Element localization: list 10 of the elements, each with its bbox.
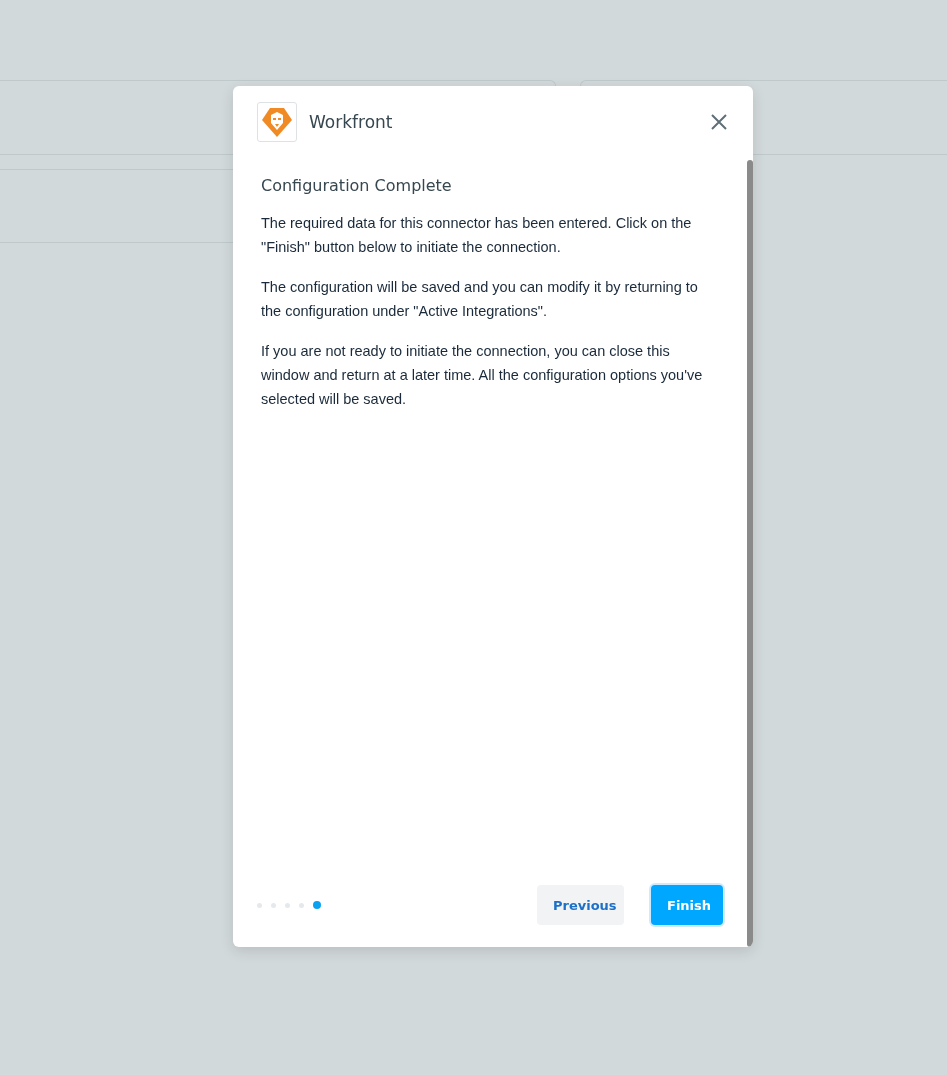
previous-button[interactable]: Previous — [537, 885, 624, 925]
paragraph: If you are not ready to initiate the connection, you can close this window and return at a later time. All the configuration options you've selected will be saved. — [261, 342, 704, 409]
section-heading: Configuration Complete — [261, 176, 453, 195]
paragraph: The required data for this connector has been entered. Click on the "Finish" button below to initiate the connection. — [261, 214, 693, 257]
finish-button[interactable]: Finish — [651, 885, 723, 925]
lion-logo-icon — [257, 102, 297, 142]
dialog-title: Workfront — [309, 112, 394, 132]
scrollbar[interactable] — [747, 160, 753, 947]
paragraph: The configuration will be saved and you can modify it by returning to the configuration under "Active Integrations". — [261, 278, 699, 321]
close-icon[interactable] — [709, 112, 729, 132]
